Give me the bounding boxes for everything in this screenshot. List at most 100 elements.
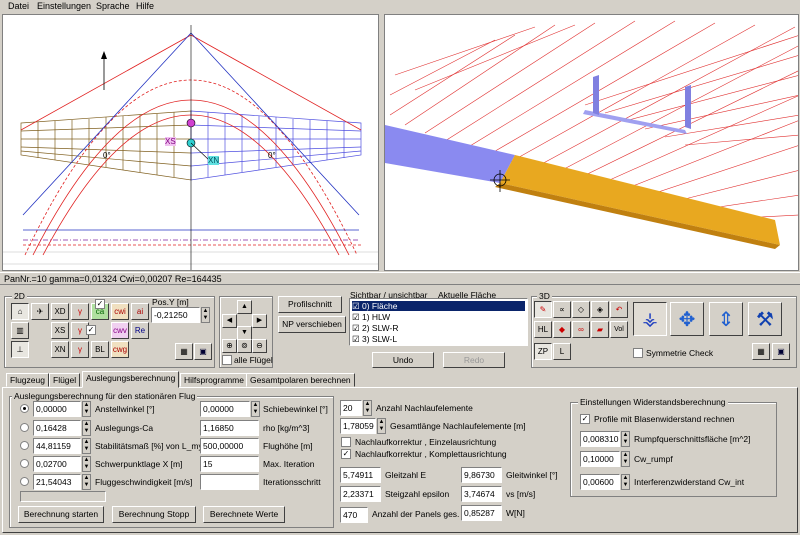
fuselage-area-field[interactable]: 0,008310 [580,431,620,447]
vol-tool[interactable]: Vol [610,321,628,338]
fuselage-tool[interactable]: ▥ [11,322,29,339]
link-icon[interactable]: ∞ [572,321,590,338]
altitude-field[interactable]: 500,00000 [200,438,259,454]
tail-tool[interactable]: ⊥ [11,341,29,358]
save-3d-icon[interactable]: ▣ [772,343,790,360]
zp-tool[interactable]: ZP [534,343,552,360]
cw-fuselage-spinner[interactable]: ▲ ▼ [621,451,630,467]
wake-length-spinner[interactable]: ▲ ▼ [377,418,386,434]
gamma-d-tool[interactable]: γ [71,341,89,358]
view-2d[interactable]: XS XN 0° 0° [2,14,379,271]
tab-fluegel[interactable]: Flügel [49,373,81,387]
ca-spinner[interactable]: ▲ ▼ [82,420,91,436]
climb-number-field[interactable]: 2,23371 [340,486,381,502]
symmetry-checkbox[interactable] [633,348,643,358]
wake-complete-checkbox[interactable]: ✓ [341,449,351,459]
alpha-spinner[interactable]: ▲ ▼ [82,401,91,417]
wake-elements-field[interactable]: 20 [340,400,362,416]
stability-spinner[interactable]: ▲ ▼ [82,438,91,454]
export-icon[interactable]: ▦ [175,343,193,360]
cg-spinner[interactable]: ▲ ▼ [82,456,91,472]
menu-datei[interactable]: Datei [8,1,29,11]
undo-button[interactable]: Undo [372,352,434,368]
arrow-up-button[interactable]: ▲ [237,300,252,314]
tab-flugzeug[interactable]: Flugzeug [6,373,49,387]
xd-tool[interactable]: XD [51,303,69,320]
rotate-y-icon[interactable]: ◈ [591,301,609,318]
speed-field[interactable]: 21,54043 [33,474,81,490]
calculated-values-button[interactable]: Berechnete Werte [203,506,285,523]
view-3d[interactable] [384,14,799,271]
cw-fuselage-field[interactable]: 0,10000 [580,451,620,467]
hammer-icon[interactable]: ⚒ [748,302,782,336]
list-item[interactable]: ☑ 3) SLW-L [352,334,397,344]
stability-field[interactable]: 44,81159 [33,438,81,454]
menu-einstellungen[interactable]: Einstellungen [37,1,91,11]
redo-button[interactable]: Redo [443,352,505,368]
rho-field[interactable]: 1,16850 [200,420,259,436]
radio-alpha[interactable] [20,404,29,413]
wing-surface-icon[interactable]: ▰ [591,321,609,338]
gamma-tool[interactable]: γ [71,303,89,320]
start-calculation-button[interactable]: Berechnung starten [18,506,104,523]
tab-gesamtpolaren[interactable]: Gesamtpolaren berechnen [246,373,355,387]
ai-tool[interactable]: ai [131,303,149,320]
zoom-out-icon[interactable]: ⊖ [252,339,267,353]
profile-section-button[interactable]: Profilschnitt [278,296,342,313]
move-vertical-icon[interactable]: ⇕ [709,302,743,336]
move-all-icon[interactable]: ✥ [670,302,704,336]
sink-rate-field[interactable]: 3,74674 [461,486,502,502]
arrow-left-button[interactable]: ◀ [222,314,237,328]
xn-tool[interactable]: XN [51,341,69,358]
pin-tool-icon[interactable]: ✎ [534,301,552,318]
bubble-drag-checkbox[interactable]: ✓ [580,414,590,424]
arrow-right-button[interactable]: ▶ [252,314,267,328]
tab-auslegungsberechnung[interactable]: Auslegungsberechnung [82,371,180,388]
max-iteration-field[interactable]: 15 [200,456,259,472]
radio-cg[interactable] [20,459,29,468]
fuselage-area-spinner[interactable]: ▲ ▼ [621,431,630,447]
sideslip-field[interactable]: 0,00000 [200,401,250,417]
ca-field[interactable]: 0,16428 [33,420,81,436]
pos-y-spinner[interactable]: ▲ ▼ [201,307,210,323]
sideslip-spinner[interactable]: ▲ ▼ [251,401,260,417]
export-3d-icon[interactable]: ▦ [752,343,770,360]
wake-single-checkbox[interactable] [341,437,351,447]
glide-ratio-field[interactable]: 5,74911 [340,467,381,483]
wake-elements-spinner[interactable]: ▲ ▼ [363,400,372,416]
hl-tool[interactable]: HL [534,321,552,338]
weight-field[interactable]: 0,85287 [461,505,502,521]
ca-checkbox[interactable]: ✓ [95,299,105,309]
glide-angle-field[interactable]: 9,86730 [461,467,502,483]
re-tool[interactable]: Re [131,322,149,339]
cw-int-spinner[interactable]: ▲ ▼ [621,474,630,490]
tab-hilfsprogramme[interactable]: Hilfsprogramme [180,373,248,387]
undo-rotate-icon[interactable]: ↶ [610,301,628,318]
zoom-fit-icon[interactable]: ⊚ [237,339,252,353]
move-np-button[interactable]: NP verschieben [278,316,346,333]
wing-outline-tool[interactable]: ⌂ [11,303,29,320]
aircraft-tool[interactable]: ✈ [31,303,49,320]
alpha-field[interactable]: 0,00000 [33,401,81,417]
panel-count-field[interactable]: 470 [340,507,368,523]
cw-int-field[interactable]: 0,00600 [580,474,620,490]
bl-tool[interactable]: BL [91,341,109,358]
l-tool[interactable]: L [553,343,571,360]
radio-ca[interactable] [20,423,29,432]
zoom-in-icon[interactable]: ⊕ [222,339,237,353]
iteration-step-field[interactable] [200,474,259,490]
radio-speed[interactable] [20,477,29,486]
angle-tool-icon[interactable]: ∝ [553,301,571,318]
all-wings-checkbox[interactable] [222,355,232,365]
arrow-down-button[interactable]: ▼ [237,326,252,340]
wake-length-field[interactable]: 1,78059 [340,418,376,434]
menu-hilfe[interactable]: Hilfe [136,1,154,11]
surface-list[interactable]: ☑ 0) Fläche ☑ 1) HLW ☑ 2) SLW-R ☑ 3) SLW… [349,298,528,346]
menu-sprache[interactable]: Sprache [96,1,130,11]
speed-spinner[interactable]: ▲ ▼ [82,474,91,490]
xs-tool[interactable]: XS [51,322,69,339]
list-item[interactable]: ☑ 0) Fläche [352,301,525,311]
list-item[interactable]: ☑ 2) SLW-R [352,323,399,333]
wing-red-icon[interactable]: ◆ [553,321,571,338]
cg-field[interactable]: 0,02700 [33,456,81,472]
